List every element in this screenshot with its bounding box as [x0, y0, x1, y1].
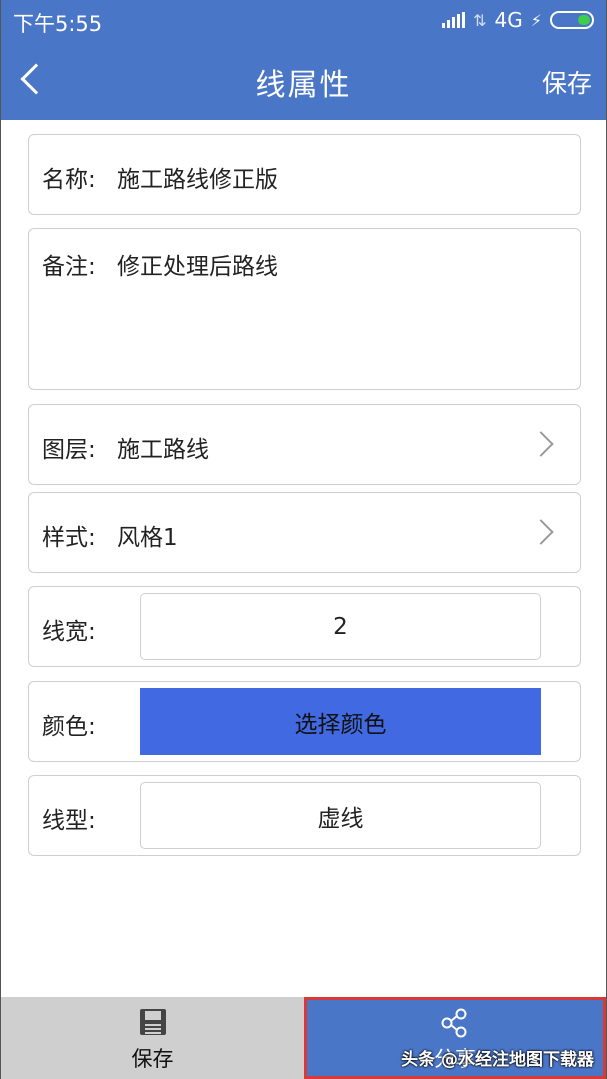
bottom-save-button[interactable]: 保存	[1, 997, 304, 1079]
bottom-save-label: 保存	[131, 1047, 174, 1071]
line-width-label: 线宽:	[42, 619, 96, 645]
page-title: 线属性	[255, 68, 352, 103]
signal-strength-icon	[442, 12, 466, 28]
data-arrows-icon: ⇅	[473, 10, 487, 30]
charging-icon: ⚡	[530, 10, 542, 30]
bottom-share-button[interactable]: 分享 头条 @水经注地图下载器	[304, 997, 606, 1079]
line-type-label: 线型:	[42, 808, 96, 834]
layer-row[interactable]: 图层: 施工路线	[28, 404, 581, 485]
status-icons: ⇅ 4G ⚡	[442, 8, 594, 32]
style-label: 样式:	[42, 525, 96, 551]
layer-label: 图层:	[42, 437, 96, 463]
name-value[interactable]: 施工路线修正版	[117, 160, 278, 194]
share-icon	[441, 1008, 467, 1038]
chevron-right-icon	[528, 519, 554, 545]
watermark: 头条 @水经注地图下载器	[401, 1050, 594, 1070]
status-bar: 下午5:55 ⇅ 4G ⚡	[1, 0, 606, 42]
layer-value: 施工路线	[117, 437, 209, 463]
app-header: 线属性 保存	[1, 42, 606, 120]
name-label: 名称:	[42, 167, 96, 193]
line-type-select[interactable]: 虚线	[140, 782, 541, 849]
chevron-right-icon	[528, 431, 554, 457]
header-save-button[interactable]: 保存	[542, 64, 592, 100]
network-type: 4G	[494, 8, 523, 32]
bottom-toolbar: 保存 分享 头条 @水经注地图下载器	[1, 997, 606, 1079]
note-value[interactable]: 修正处理后路线	[117, 247, 278, 281]
line-width-row: 线宽: 2	[28, 586, 581, 667]
choose-color-button[interactable]: 选择颜色	[140, 688, 541, 755]
color-row: 颜色: 选择颜色	[28, 681, 581, 762]
style-row[interactable]: 样式: 风格1	[28, 492, 581, 573]
status-time: 下午5:55	[13, 12, 103, 36]
name-field[interactable]: 名称: 施工路线修正版	[28, 134, 581, 215]
battery-icon	[550, 11, 594, 29]
floppy-disk-icon	[139, 1009, 166, 1035]
note-label: 备注:	[42, 254, 96, 280]
style-value: 风格1	[117, 525, 178, 551]
line-type-row: 线型: 虚线	[28, 775, 581, 856]
app-screen: 下午5:55 ⇅ 4G ⚡ 线属性 保存 名称: 施工路线修正版 备注: 修正处…	[0, 0, 607, 1079]
note-field[interactable]: 备注: 修正处理后路线	[28, 228, 581, 390]
line-width-input[interactable]: 2	[140, 593, 541, 660]
color-label: 颜色:	[42, 714, 96, 740]
